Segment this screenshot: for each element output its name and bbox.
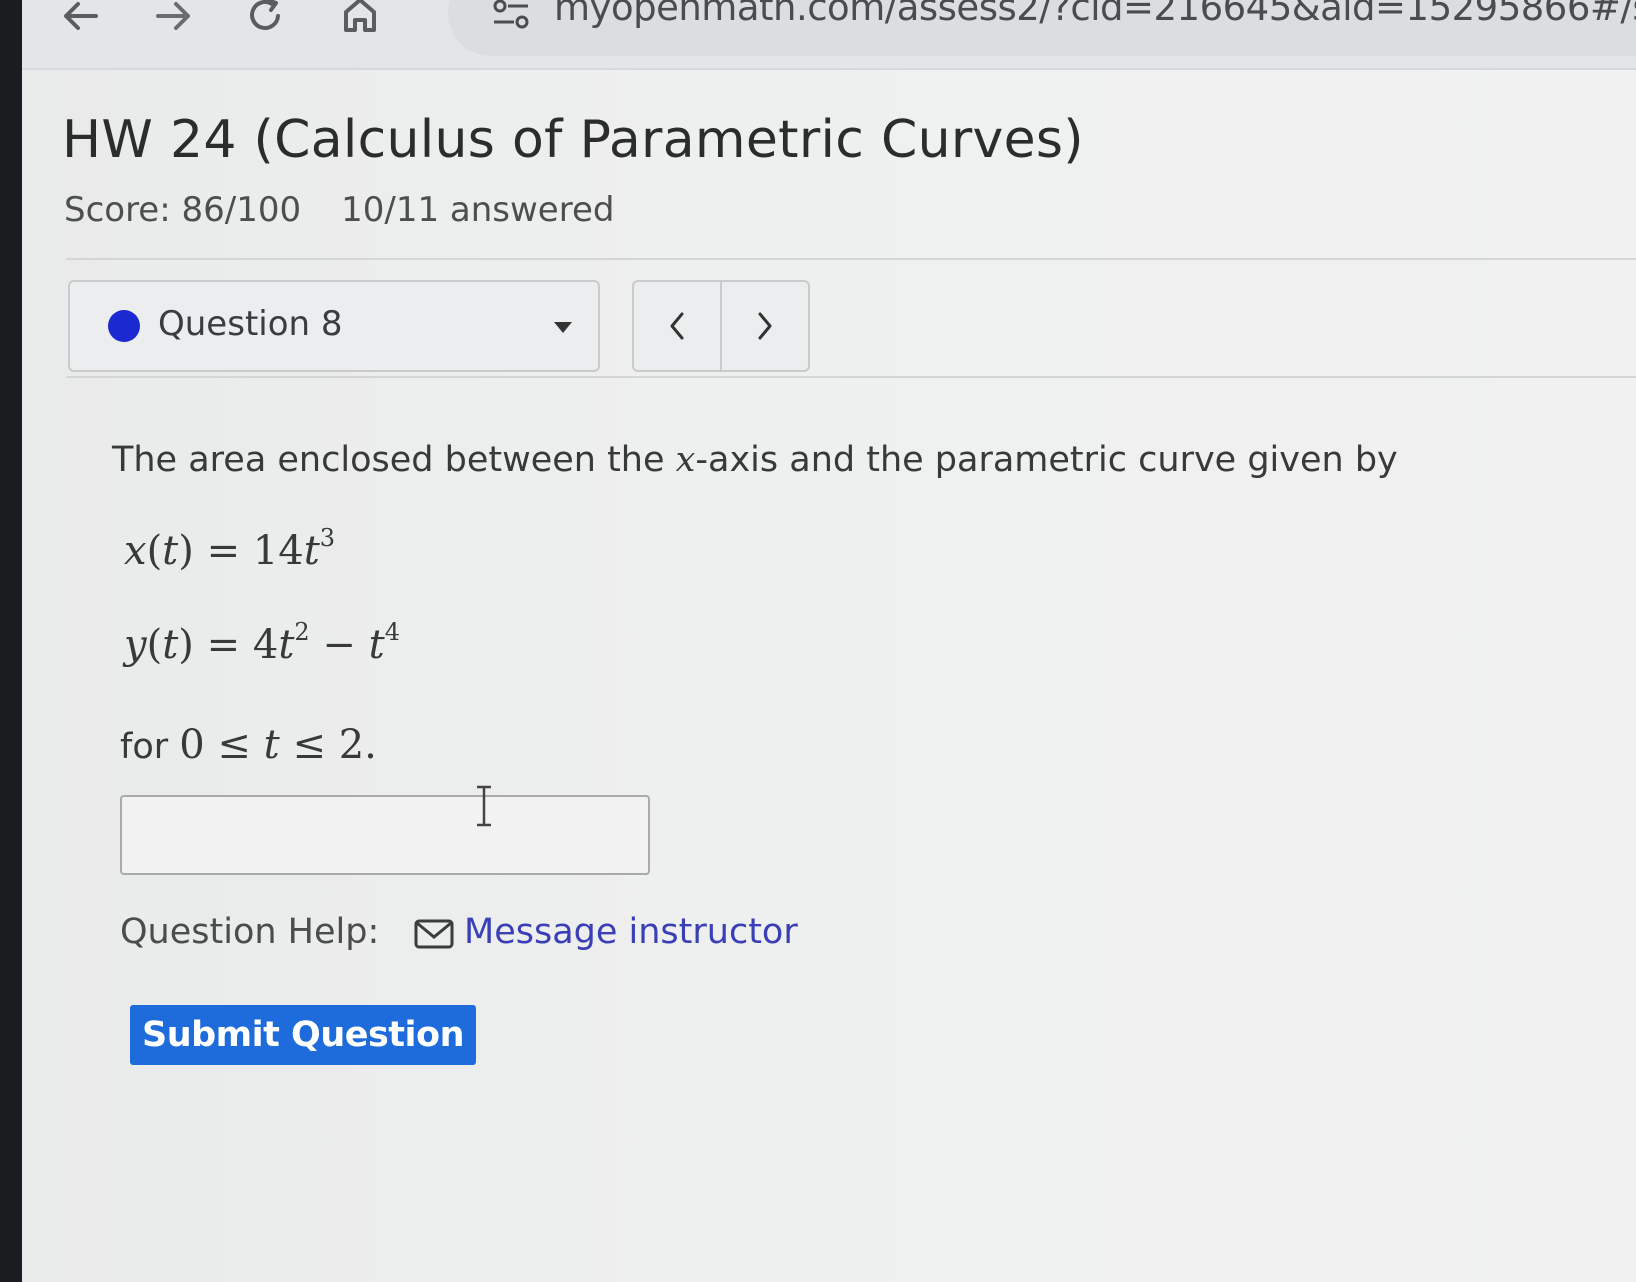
chevron-right-icon xyxy=(758,312,772,340)
home-icon[interactable] xyxy=(332,0,388,38)
range-low: 0 xyxy=(179,722,205,768)
eq-y-coef: 4 xyxy=(252,622,279,668)
eq-y-arg: t xyxy=(162,622,179,668)
eq-x-coef: 14 xyxy=(252,528,304,574)
prompt-variable: x xyxy=(675,440,696,480)
score-text: Score: 86/100 xyxy=(64,190,302,230)
chevron-left-icon xyxy=(670,312,684,340)
range-high: 2. xyxy=(338,722,377,768)
eq-y-exp1: 2 xyxy=(294,618,310,646)
browser-toolbar: myopenmath.com/assess2/?cid=216645&aid=1… xyxy=(22,0,1636,70)
range-var: t xyxy=(263,722,280,768)
answer-input[interactable] xyxy=(120,795,650,875)
nav-divider xyxy=(66,376,1636,378)
question-prompt: The area enclosed between the x-axis and… xyxy=(112,440,1398,480)
prompt-text-start: The area enclosed between the xyxy=(112,440,676,480)
eq-y-lhs: y xyxy=(124,622,147,668)
prompt-text-end: -axis and the parametric curve given by xyxy=(695,440,1398,480)
question-help-label: Question Help: xyxy=(120,912,380,952)
question-nav-group xyxy=(632,280,810,372)
message-instructor-link[interactable]: Message instructor xyxy=(464,912,798,952)
site-settings-icon[interactable] xyxy=(490,0,536,34)
equation-x: x(t) = 14t3 xyxy=(124,524,336,574)
answered-count: 10/11 answered xyxy=(341,190,615,230)
caret-down-icon xyxy=(554,322,572,333)
eq-y-minus: − xyxy=(322,622,356,668)
assessment-meta: Score: 86/100 10/11 answered xyxy=(64,190,614,230)
question-select[interactable]: Question 8 xyxy=(68,280,600,372)
assessment-title: HW 24 (Calculus of Parametric Curves) xyxy=(62,110,1084,170)
eq-y-var2: t xyxy=(368,622,385,668)
range-prefix: for xyxy=(120,727,180,767)
eq-x-lhs: x xyxy=(124,528,147,574)
screen: myopenmath.com/assess2/?cid=216645&aid=1… xyxy=(22,0,1636,1282)
parameter-range: for 0 ≤ t ≤ 2. xyxy=(120,722,377,768)
header-divider xyxy=(66,258,1636,260)
next-question-button[interactable] xyxy=(720,282,808,370)
eq-y-var: t xyxy=(278,622,295,668)
eq-x-var: t xyxy=(303,528,320,574)
eq-x-exp: 3 xyxy=(319,524,336,552)
url-text[interactable]: myopenmath.com/assess2/?cid=216645&aid=1… xyxy=(554,0,1636,29)
eq-x-arg: t xyxy=(162,528,179,574)
equation-y: y(t) = 4t2 − t4 xyxy=(124,618,400,668)
previous-question-button[interactable] xyxy=(634,282,720,370)
question-select-label: Question 8 xyxy=(158,304,343,344)
question-status-dot-icon xyxy=(108,310,140,342)
text-cursor-icon xyxy=(472,784,496,828)
reload-icon[interactable] xyxy=(238,0,294,38)
submit-question-button[interactable]: Submit Question xyxy=(130,1005,476,1065)
eq-y-exp2: 4 xyxy=(384,618,400,646)
forward-arrow-icon[interactable] xyxy=(146,0,202,38)
back-arrow-icon[interactable] xyxy=(52,0,108,38)
envelope-icon[interactable] xyxy=(414,918,454,950)
